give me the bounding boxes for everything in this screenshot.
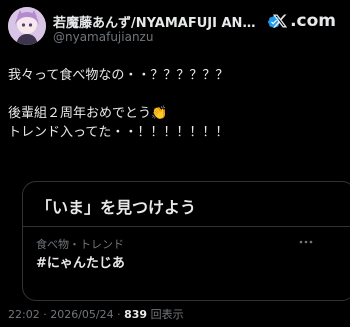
tweet-screenshot: 若魔藤あんず/NYAMAFUJI ANZU... @nyamafujianzu … bbox=[0, 0, 350, 327]
tweet-line-3: トレンド入ってた・・！！！！！！！ bbox=[8, 125, 229, 140]
views-count: 839 bbox=[124, 308, 148, 321]
card-divider bbox=[23, 226, 350, 227]
avatar[interactable] bbox=[8, 7, 46, 45]
brand-domain-label: .com bbox=[290, 11, 336, 31]
author-name-row: 若魔藤あんず/NYAMAFUJI ANZU... bbox=[53, 12, 283, 31]
avatar-illustration-icon bbox=[8, 7, 46, 45]
x-brand-logo[interactable]: .com bbox=[272, 11, 336, 31]
meta-separator: · bbox=[117, 308, 121, 321]
author-display-name[interactable]: 若魔藤あんず/NYAMAFUJI ANZU... bbox=[53, 12, 263, 31]
tweet-line-2: 後輩組２周年おめでとう👏 bbox=[8, 106, 168, 121]
tweet-body: 我々って食べ物なの・・？？？？？？ 後輩組２周年おめでとう👏 トレンド入ってた・… bbox=[8, 66, 228, 142]
views-label: 回表示 bbox=[150, 308, 184, 321]
author-handle[interactable]: @nyamafujianzu bbox=[53, 30, 153, 44]
post-time[interactable]: 22:02 bbox=[8, 308, 40, 321]
embedded-trend-card[interactable]: 「いま」を見つけよう 食べ物・トレンド #にゃんたじあ bbox=[22, 181, 350, 301]
trend-hashtag[interactable]: #にゃんたじあ bbox=[36, 252, 125, 271]
x-logo-icon bbox=[272, 14, 288, 28]
meta-separator: · bbox=[43, 308, 47, 321]
post-date[interactable]: 2026/05/24 bbox=[50, 308, 113, 321]
tweet-line-1: 我々って食べ物なの・・？？？？？？ bbox=[8, 68, 229, 83]
tweet-meta-footer: 22:02 · 2026/05/24 · 839 回表示 bbox=[8, 306, 184, 322]
more-options-icon[interactable] bbox=[299, 239, 313, 245]
trend-category: 食べ物・トレンド bbox=[36, 238, 124, 251]
card-title: 「いま」を見つけよう bbox=[36, 198, 197, 217]
